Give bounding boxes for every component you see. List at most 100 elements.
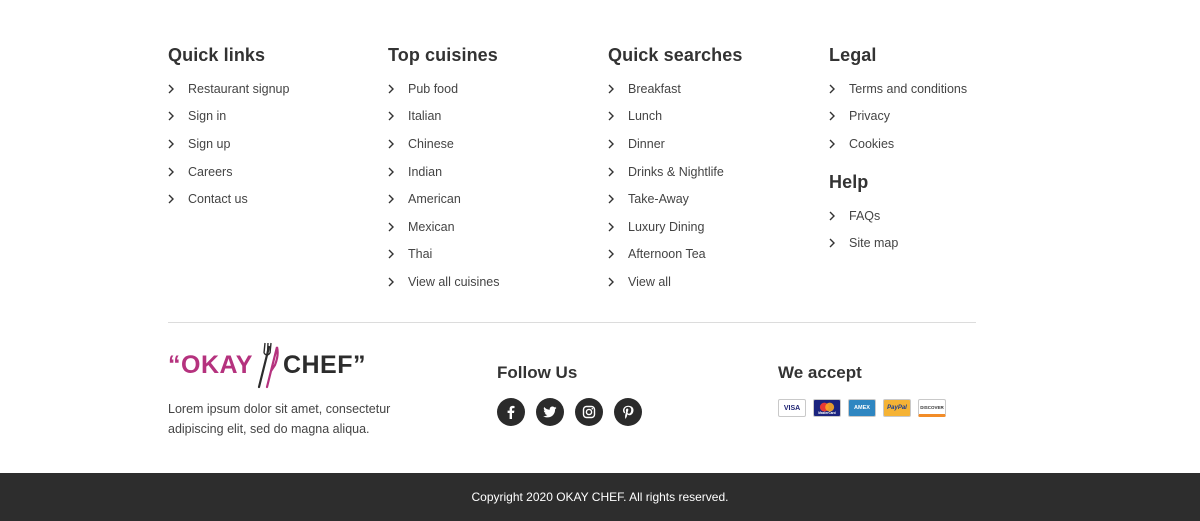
link-thai[interactable]: Thai <box>388 241 588 269</box>
link-label[interactable]: View all <box>628 275 671 289</box>
link-label[interactable]: Careers <box>188 165 232 179</box>
quick-links-title: Quick links <box>168 45 266 65</box>
link-label[interactable]: Luxury Dining <box>628 220 704 234</box>
okay-chef-logo[interactable]: “OKAY CHEF” <box>168 340 428 390</box>
follow-us-block: Follow Us <box>497 362 642 426</box>
quick-links-column: Quick links Restaurant signup Sign in Si… <box>168 44 368 213</box>
follow-us-title: Follow Us <box>497 363 578 382</box>
link-careers[interactable]: Careers <box>168 158 368 186</box>
link-lunch[interactable]: Lunch <box>608 103 808 131</box>
chevron-right-icon <box>388 222 408 232</box>
link-label[interactable]: Sign in <box>188 109 226 123</box>
link-sign-up[interactable]: Sign up <box>168 130 368 158</box>
link-dinner[interactable]: Dinner <box>608 130 808 158</box>
help-list: FAQs Site map <box>829 202 1029 257</box>
link-label[interactable]: Contact us <box>188 192 248 206</box>
card-label: AMEX <box>854 405 870 411</box>
logo-text-okay: “OKAY <box>168 350 253 379</box>
chevron-right-icon <box>168 84 188 94</box>
link-chinese[interactable]: Chinese <box>388 130 588 158</box>
logo-text-chef: CHEF” <box>282 350 366 379</box>
link-label[interactable]: Breakfast <box>628 82 681 96</box>
pinterest-icon[interactable] <box>614 398 642 426</box>
chevron-right-icon <box>388 84 408 94</box>
link-label[interactable]: Mexican <box>408 220 455 234</box>
link-label[interactable]: Drinks & Nightlife <box>628 165 724 179</box>
link-label[interactable]: American <box>408 192 461 206</box>
chevron-right-icon <box>388 194 408 204</box>
link-terms-and-conditions[interactable]: Terms and conditions <box>829 75 1029 103</box>
link-label[interactable]: Privacy <box>849 109 890 123</box>
link-luxury-dining[interactable]: Luxury Dining <box>608 213 808 241</box>
chevron-right-icon <box>608 249 628 259</box>
chevron-right-icon <box>168 194 188 204</box>
card-label: MasterCard <box>818 411 836 415</box>
link-label[interactable]: Pub food <box>408 82 458 96</box>
link-view-all-cuisines[interactable]: View all cuisines <box>388 268 588 296</box>
twitter-icon[interactable] <box>536 398 564 426</box>
link-take-away[interactable]: Take-Away <box>608 185 808 213</box>
link-afternoon-tea[interactable]: Afternoon Tea <box>608 241 808 269</box>
footer-divider <box>168 322 976 323</box>
brand-description: Lorem ipsum dolor sit amet, consectetur … <box>168 402 391 436</box>
link-label[interactable]: Italian <box>408 109 441 123</box>
link-restaurant-signup[interactable]: Restaurant signup <box>168 75 368 103</box>
brand-block: “OKAY CHEF” Lorem ipsum dolor sit amet, … <box>168 340 428 439</box>
link-label[interactable]: Take-Away <box>628 192 689 206</box>
copyright-bar: Copyright 2020 OKAY CHEF. All rights res… <box>0 473 1200 521</box>
link-breakfast[interactable]: Breakfast <box>608 75 808 103</box>
amex-card-icon: AMEX <box>848 399 876 417</box>
link-site-map[interactable]: Site map <box>829 229 1029 257</box>
link-label[interactable]: View all cuisines <box>408 275 499 289</box>
link-label[interactable]: Lunch <box>628 109 662 123</box>
link-label[interactable]: Site map <box>849 236 898 250</box>
chevron-right-icon <box>388 139 408 149</box>
link-sign-in[interactable]: Sign in <box>168 103 368 131</box>
copyright-text: Copyright 2020 OKAY CHEF. All rights res… <box>471 490 729 504</box>
quick-searches-column: Quick searches Breakfast Lunch Dinner Dr… <box>608 44 808 296</box>
chevron-right-icon <box>829 238 849 248</box>
link-label[interactable]: Cookies <box>849 137 894 151</box>
link-label[interactable]: Dinner <box>628 137 665 151</box>
chevron-right-icon <box>608 84 628 94</box>
chevron-right-icon <box>388 277 408 287</box>
chevron-right-icon <box>608 194 628 204</box>
help-title: Help <box>829 171 869 192</box>
chevron-right-icon <box>829 111 849 121</box>
footer-link-columns: Quick links Restaurant signup Sign in Si… <box>168 44 976 294</box>
fork-knife-icon <box>257 342 279 389</box>
link-privacy[interactable]: Privacy <box>829 103 1029 131</box>
link-contact-us[interactable]: Contact us <box>168 185 368 213</box>
mastercard-icon: MasterCard <box>813 399 841 417</box>
link-label[interactable]: Terms and conditions <box>849 82 967 96</box>
link-american[interactable]: American <box>388 185 588 213</box>
link-mexican[interactable]: Mexican <box>388 213 588 241</box>
legal-title: Legal <box>829 45 877 65</box>
chevron-right-icon <box>608 111 628 121</box>
link-label[interactable]: FAQs <box>849 209 880 223</box>
link-label[interactable]: Afternoon Tea <box>628 247 706 261</box>
link-label[interactable]: Indian <box>408 165 442 179</box>
link-drinks-nightlife[interactable]: Drinks & Nightlife <box>608 158 808 186</box>
legal-list: Terms and conditions Privacy Cookies <box>829 75 1029 158</box>
link-view-all[interactable]: View all <box>608 268 808 296</box>
link-italian[interactable]: Italian <box>388 103 588 131</box>
instagram-icon[interactable] <box>575 398 603 426</box>
chevron-right-icon <box>388 249 408 259</box>
card-label: PayPal <box>887 405 907 411</box>
link-label[interactable]: Sign up <box>188 137 230 151</box>
link-pub-food[interactable]: Pub food <box>388 75 588 103</box>
link-label[interactable]: Restaurant signup <box>188 82 289 96</box>
link-cookies[interactable]: Cookies <box>829 130 1029 158</box>
facebook-icon[interactable] <box>497 398 525 426</box>
paypal-icon: PayPal <box>883 399 911 417</box>
chevron-right-icon <box>388 167 408 177</box>
chevron-right-icon <box>608 139 628 149</box>
link-label[interactable]: Thai <box>408 247 432 261</box>
link-indian[interactable]: Indian <box>388 158 588 186</box>
visa-card-icon: VISA <box>778 399 806 417</box>
payment-cards: VISA MasterCard AMEX PayPal DISCOVER <box>778 399 946 417</box>
chevron-right-icon <box>829 139 849 149</box>
link-faqs[interactable]: FAQs <box>829 202 1029 230</box>
link-label[interactable]: Chinese <box>408 137 454 151</box>
